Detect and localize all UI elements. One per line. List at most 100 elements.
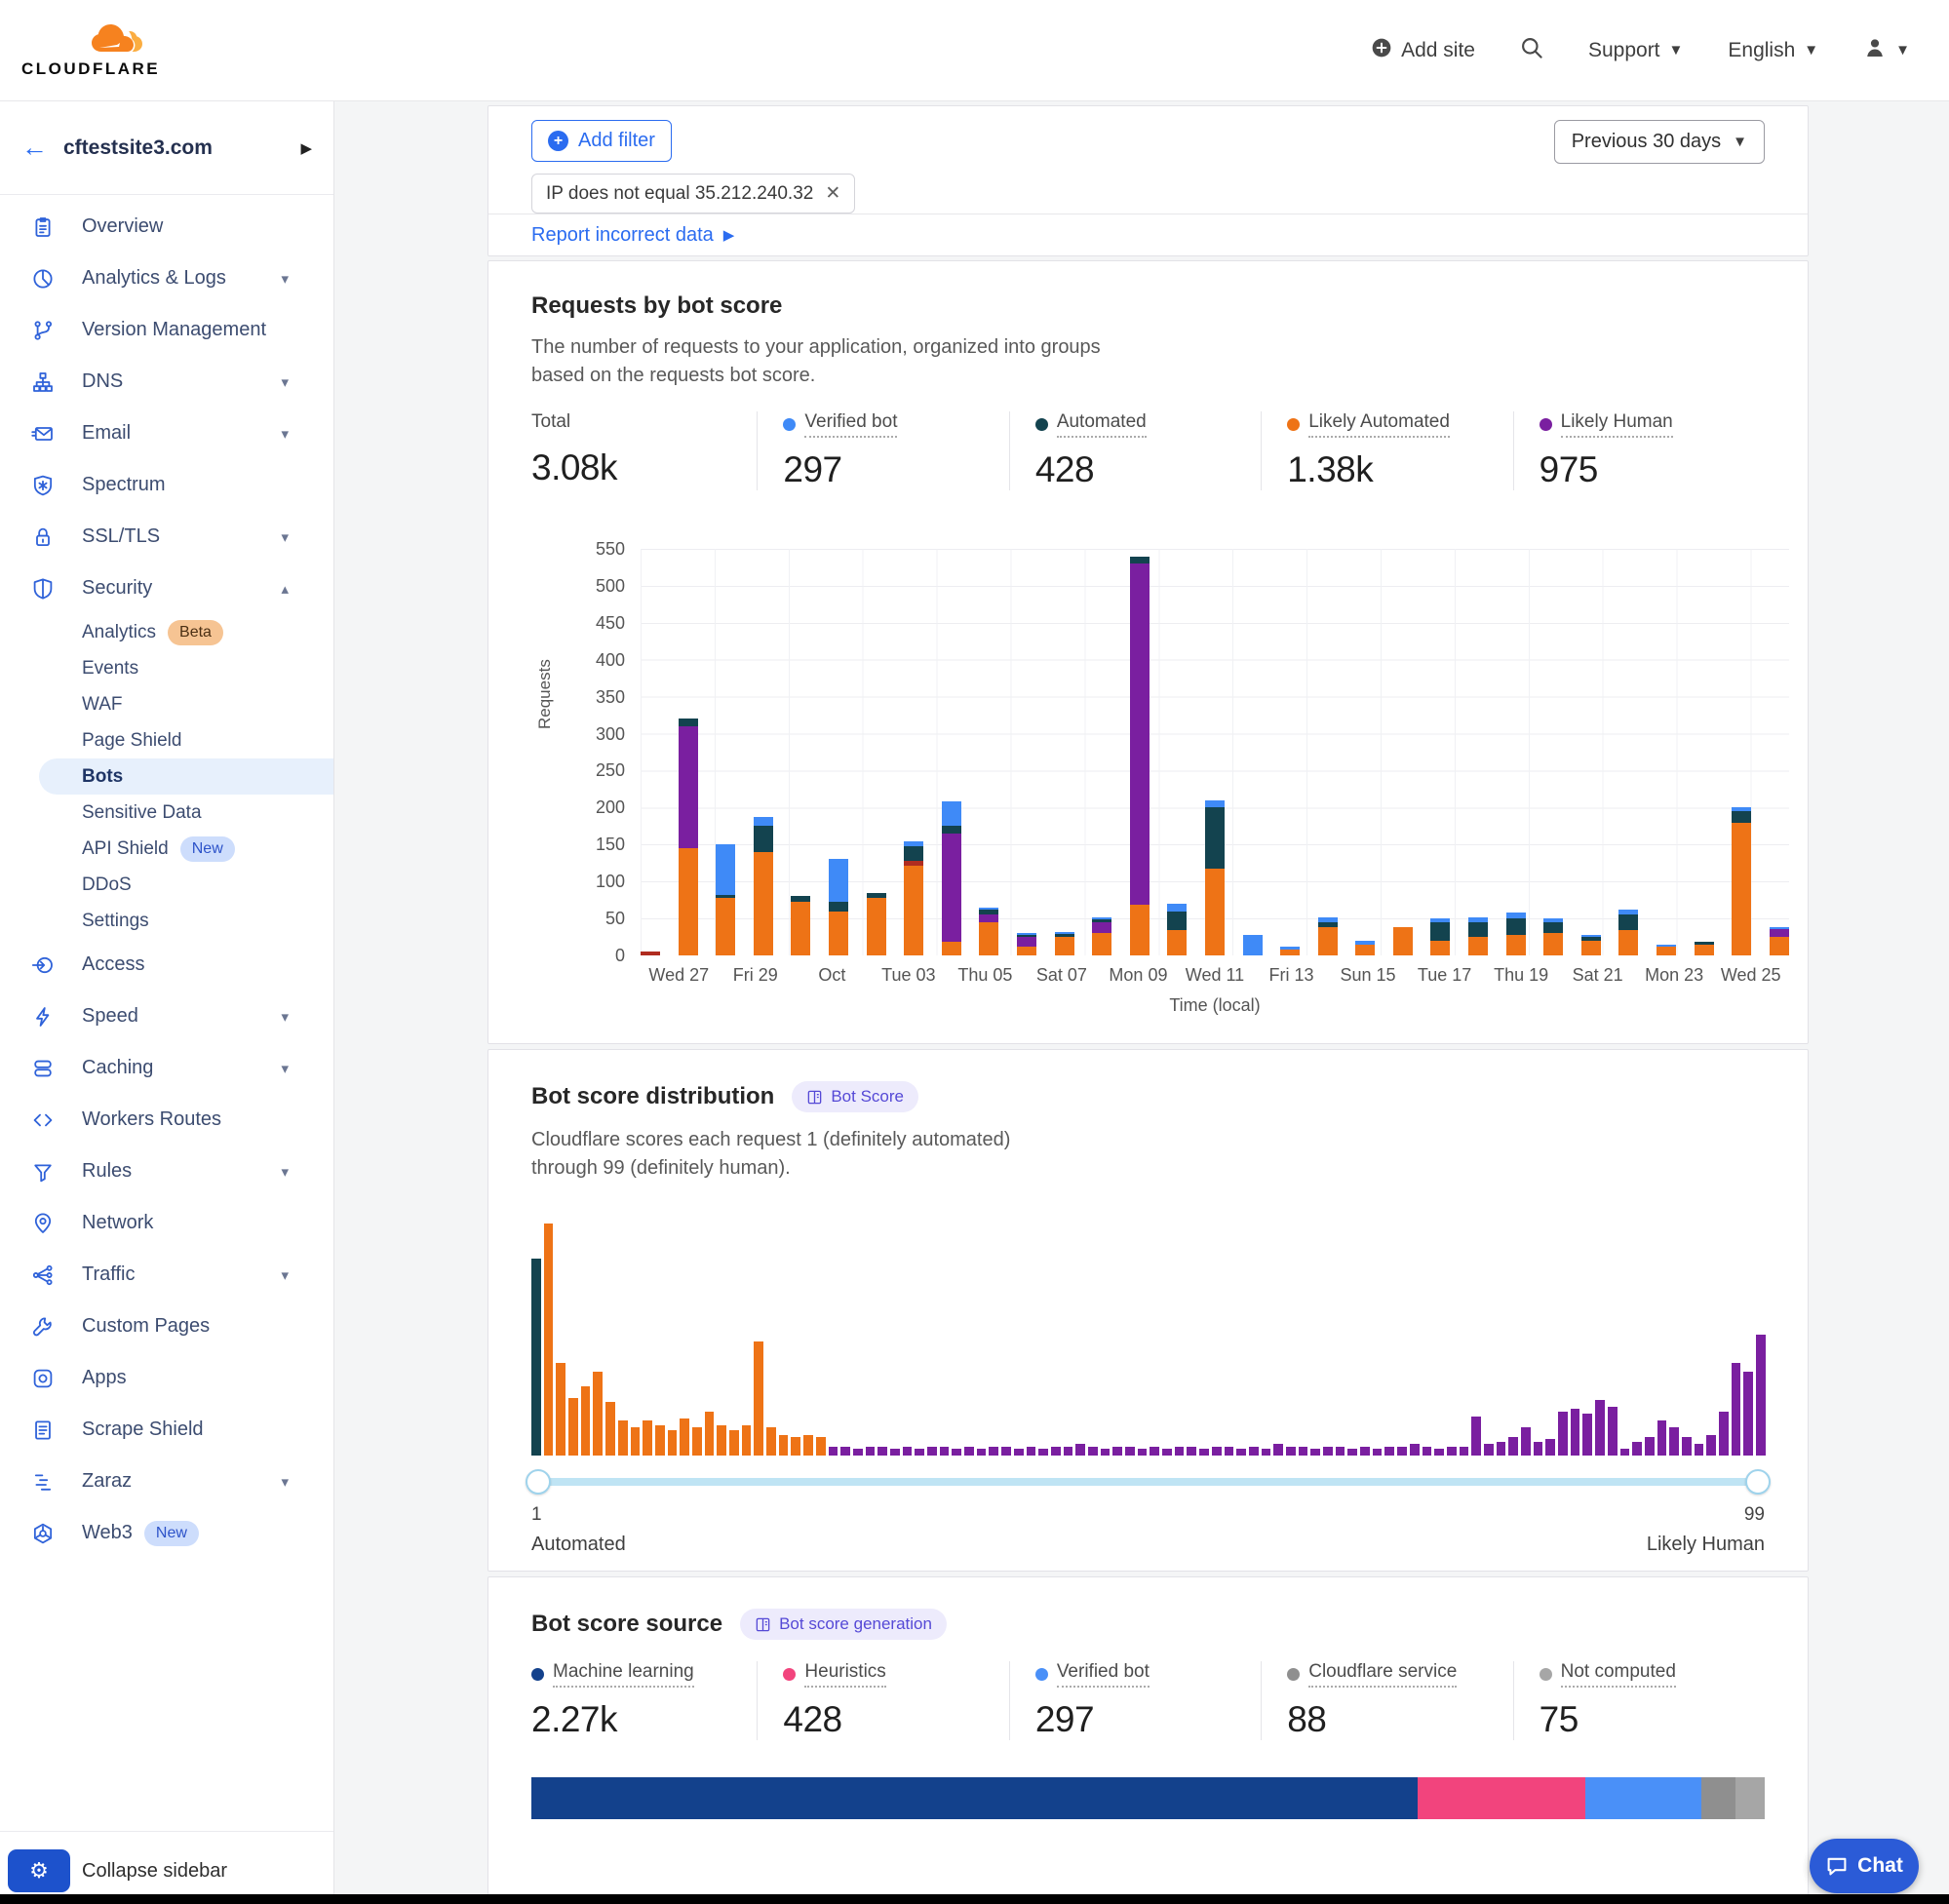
histogram-bar[interactable] (927, 1447, 937, 1457)
histogram-bar[interactable] (866, 1447, 876, 1457)
request-bar[interactable] (1393, 927, 1413, 955)
request-bar[interactable] (1167, 904, 1187, 955)
request-bar[interactable] (829, 859, 848, 955)
source-segment-heuristics[interactable] (1418, 1777, 1584, 1819)
sidebar-item-ssl-tls[interactable]: SSL/TLS▾ (0, 511, 333, 563)
histogram-bar[interactable] (1299, 1447, 1308, 1457)
histogram-bar[interactable] (1471, 1417, 1481, 1457)
histogram-bar[interactable] (1706, 1435, 1716, 1456)
histogram-bar[interactable] (1743, 1372, 1753, 1456)
histogram-bar[interactable] (1150, 1447, 1159, 1457)
histogram-bar[interactable] (1199, 1449, 1209, 1456)
histogram-bar[interactable] (1682, 1437, 1692, 1456)
histogram-bar[interactable] (1373, 1449, 1383, 1456)
histogram-bar[interactable] (1719, 1412, 1729, 1456)
request-bar[interactable] (1695, 942, 1714, 955)
request-bar[interactable] (1355, 941, 1375, 955)
support-menu[interactable]: Support ▼ (1588, 39, 1683, 62)
slider-handle-max[interactable] (1745, 1469, 1771, 1495)
sidebar-item-access[interactable]: Access (0, 939, 333, 991)
histogram-bar[interactable] (803, 1435, 813, 1456)
histogram-bar[interactable] (581, 1386, 591, 1456)
histogram-bar[interactable] (1384, 1447, 1394, 1457)
request-bar[interactable] (1205, 800, 1225, 955)
language-menu[interactable]: English ▼ (1728, 39, 1818, 62)
sidebar-item-speed[interactable]: Speed▾ (0, 991, 333, 1042)
histogram-bar[interactable] (1508, 1437, 1518, 1456)
histogram-bar[interactable] (1571, 1409, 1580, 1456)
request-bar[interactable] (1130, 557, 1150, 955)
histogram-bar[interactable] (1225, 1447, 1234, 1457)
histogram-bar[interactable] (903, 1447, 913, 1457)
histogram-bar[interactable] (766, 1427, 776, 1456)
histogram-bar[interactable] (1249, 1447, 1259, 1457)
histogram-bar[interactable] (1397, 1447, 1407, 1457)
histogram-bar[interactable] (1038, 1449, 1048, 1456)
histogram-bar[interactable] (1497, 1442, 1506, 1456)
source-segment-cloudflare-service[interactable] (1701, 1777, 1735, 1819)
request-bar[interactable] (1657, 945, 1676, 955)
histogram-bar[interactable] (1595, 1400, 1605, 1456)
histogram-bar[interactable] (1064, 1447, 1073, 1457)
source-segment-not-computed[interactable] (1735, 1777, 1765, 1819)
report-incorrect-data-link[interactable]: Report incorrect data ▶ (531, 224, 734, 247)
request-bar[interactable] (1243, 935, 1263, 955)
sidebar-item-page-shield[interactable]: Page Shield (0, 722, 333, 758)
histogram-bar[interactable] (1423, 1447, 1432, 1457)
histogram-bar[interactable] (1187, 1447, 1196, 1457)
request-bar[interactable] (791, 896, 810, 955)
histogram-bar[interactable] (1521, 1427, 1531, 1456)
sidebar-item-analytics[interactable]: AnalyticsBeta (0, 614, 333, 650)
request-bar[interactable] (1055, 932, 1074, 955)
sidebar-item-zaraz[interactable]: Zaraz▾ (0, 1456, 333, 1507)
histogram-bar[interactable] (853, 1449, 863, 1456)
sidebar-item-bots[interactable]: Bots (39, 758, 333, 795)
close-icon[interactable]: ✕ (825, 182, 840, 205)
histogram-bar[interactable] (1434, 1449, 1444, 1456)
add-site-button[interactable]: Add site (1371, 37, 1475, 64)
histogram-bar[interactable] (1582, 1414, 1592, 1456)
histogram-bar[interactable] (1112, 1447, 1122, 1457)
histogram-bar[interactable] (1075, 1444, 1085, 1456)
sidebar-item-spectrum[interactable]: Spectrum (0, 459, 333, 511)
request-bar[interactable] (979, 908, 998, 955)
request-bar[interactable] (1543, 918, 1563, 955)
histogram-bar[interactable] (643, 1420, 652, 1456)
histogram-bar[interactable] (1336, 1447, 1345, 1457)
histogram-bar[interactable] (1212, 1447, 1222, 1457)
bot-score-badge[interactable]: Bot Score (792, 1081, 918, 1112)
histogram-bar[interactable] (754, 1341, 763, 1456)
slider-handle-min[interactable] (526, 1469, 551, 1495)
request-bar[interactable] (1430, 918, 1450, 955)
histogram-bar[interactable] (618, 1420, 628, 1456)
histogram-bar[interactable] (952, 1449, 961, 1456)
sidebar-item-overview[interactable]: Overview (0, 201, 333, 253)
sidebar-item-ddos[interactable]: DDoS (0, 867, 333, 903)
histogram-bar[interactable] (593, 1372, 603, 1456)
request-bar[interactable] (1770, 927, 1789, 955)
histogram-bar[interactable] (1410, 1444, 1420, 1456)
histogram-bar[interactable] (915, 1449, 924, 1456)
histogram-bar[interactable] (840, 1447, 850, 1457)
histogram-bar[interactable] (680, 1418, 689, 1456)
request-bar[interactable] (1581, 935, 1601, 955)
request-bar[interactable] (716, 844, 735, 955)
histogram-bar[interactable] (1608, 1407, 1618, 1456)
histogram-bar[interactable] (1310, 1449, 1320, 1456)
histogram-bar[interactable] (544, 1224, 554, 1456)
histogram-bar[interactable] (692, 1427, 702, 1456)
histogram-bar[interactable] (1632, 1442, 1642, 1456)
histogram-bar[interactable] (655, 1425, 665, 1456)
histogram-bar[interactable] (989, 1447, 998, 1457)
histogram-bar[interactable] (531, 1259, 541, 1456)
request-bar[interactable] (942, 801, 961, 955)
sidebar-item-email[interactable]: Email▾ (0, 408, 333, 459)
request-bar[interactable] (1017, 933, 1036, 955)
histogram-bar[interactable] (705, 1412, 715, 1456)
settings-gear-button[interactable]: ⚙ (8, 1849, 70, 1892)
histogram-bar[interactable] (1236, 1449, 1246, 1456)
histogram-bar[interactable] (877, 1447, 887, 1457)
request-bar[interactable] (1092, 917, 1111, 955)
filter-chip[interactable]: IP does not equal 35.212.240.32 ✕ (531, 174, 855, 214)
account-menu[interactable]: ▼ (1863, 36, 1910, 65)
